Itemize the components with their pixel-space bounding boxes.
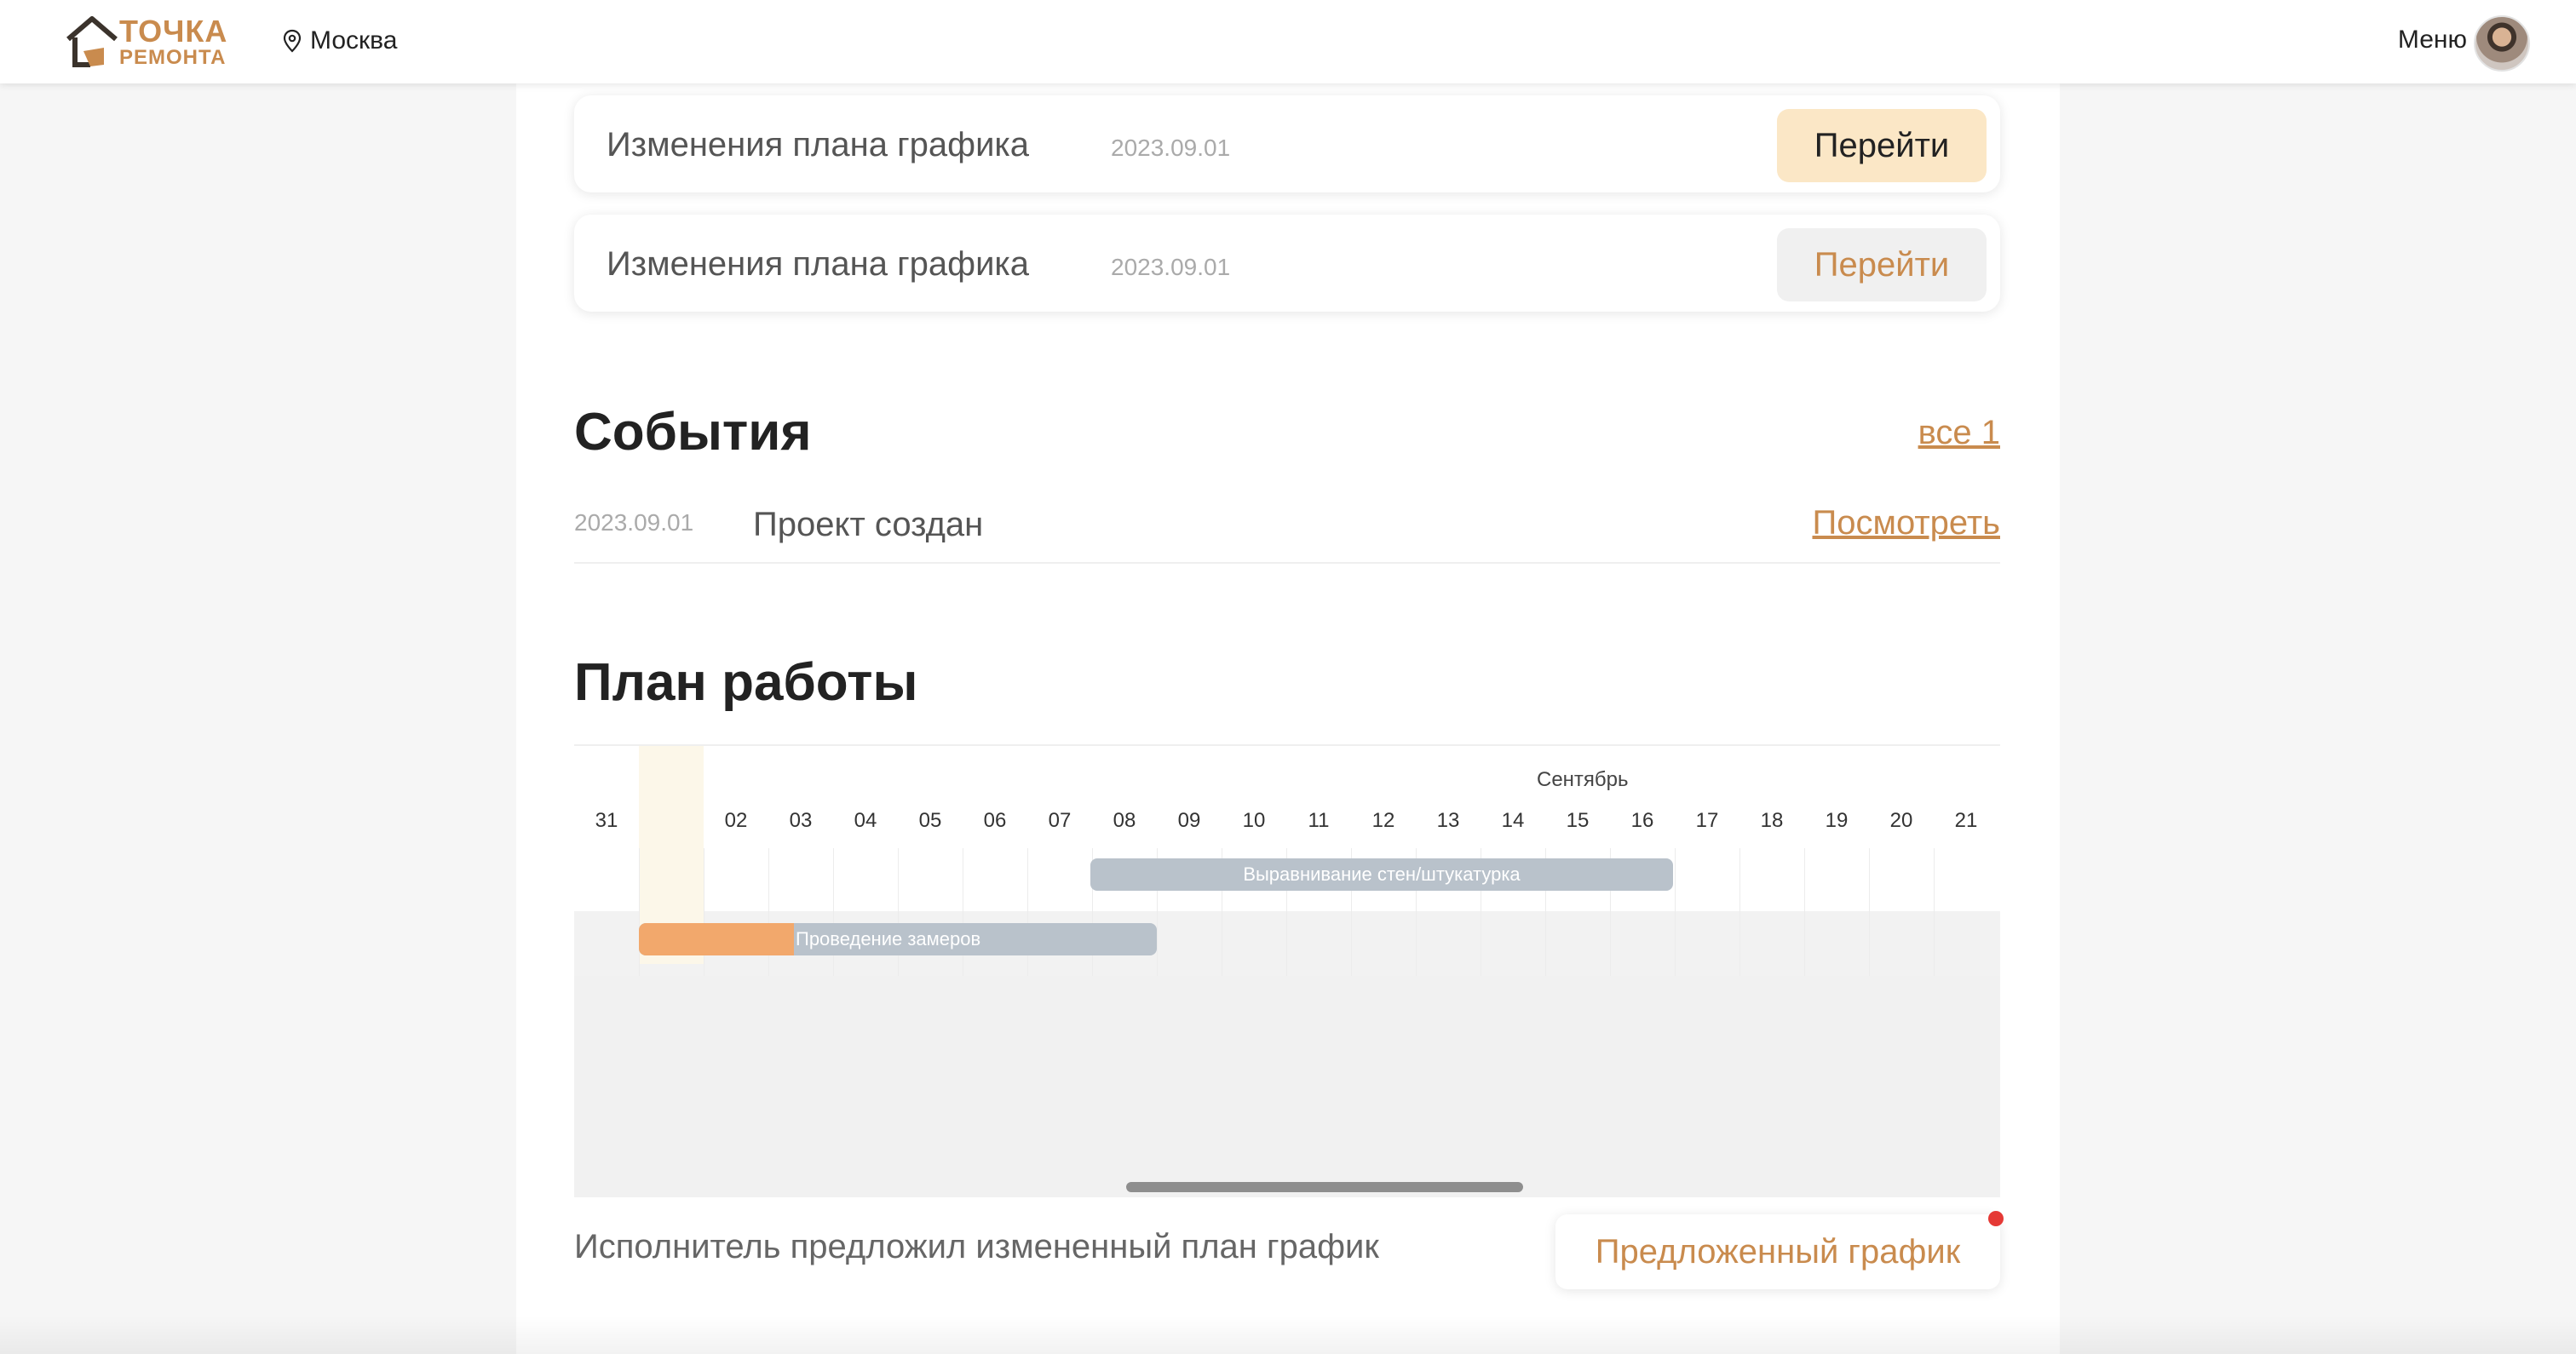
task-bar[interactable]: Проведение замеров [639,923,1157,955]
day-gridline [1804,848,1805,976]
logo-text-top: ТОЧКА [119,14,228,49]
menu-button[interactable]: Меню [2398,26,2467,55]
day-label: 03 [789,809,813,832]
city-label: Москва [310,26,398,55]
day-label: 13 [1436,809,1460,832]
go-button[interactable]: Перейти [1777,109,1987,182]
bottom-shadow [0,1315,2576,1354]
day-gridline [833,848,834,976]
day-gridline [639,848,640,976]
month-label: Сентябрь [1537,768,1629,791]
location-pin-icon [283,29,302,53]
logo[interactable]: ТОЧКА РЕМОНТА [65,12,235,73]
event-date: 2023.09.01 [574,509,694,536]
divider [574,562,2000,564]
day-label: 14 [1501,809,1525,832]
day-label: 06 [983,809,1007,832]
day-label: 21 [1954,809,1978,832]
day-gridline [898,848,899,976]
gantt-header: Сентябрь 3101020304050607080910111213141… [574,746,2000,851]
day-label: 02 [724,809,748,832]
house-logo-icon [66,16,118,67]
event-title: Проект создан [753,506,984,543]
day-label: 31 [595,809,618,832]
day-label: 05 [918,809,942,832]
gantt-chart[interactable]: Сентябрь 3101020304050607080910111213141… [574,744,2000,1197]
plan-change-date: 2023.09.01 [1111,135,1231,161]
day-label: 20 [1889,809,1913,832]
notification-dot [1988,1211,2004,1226]
day-label: 18 [1760,809,1784,832]
day-label: 10 [1242,809,1266,832]
user-avatar[interactable] [2474,15,2530,72]
plan-change-title: Изменения плана графика [607,245,1030,283]
events-title: События [574,403,812,462]
horizontal-scrollbar[interactable] [1126,1182,1523,1192]
day-label: 04 [854,809,877,832]
day-label: 12 [1371,809,1395,832]
day-label: 17 [1695,809,1719,832]
plan-change-title: Изменения плана графика [607,126,1030,164]
day-label: 15 [1566,809,1590,832]
day-gridline [1027,848,1028,976]
plan-change-card: Изменения плана графика 2023.09.01 Перей… [574,95,2000,192]
logo-text-bottom: РЕМОНТА [119,46,227,69]
day-label: 11 [1308,809,1330,832]
task-label: Проведение замеров [796,928,981,950]
go-button[interactable]: Перейти [1777,228,1987,301]
city-selector[interactable]: Москва [283,24,397,58]
task-bar[interactable]: Выравнивание стен/штукатурка [1090,858,1673,891]
task-progress [639,923,795,955]
task-label: Выравнивание стен/штукатурка [1243,863,1521,885]
day-label: 09 [1177,809,1201,832]
proposed-schedule-label: Предложенный график [1595,1232,1961,1271]
all-events-link[interactable]: все 1 [1918,414,2000,452]
main-content: Изменения плана графика 2023.09.01 Перей… [516,83,2060,1354]
work-plan-title: План работы [574,653,918,712]
day-label: 08 [1113,809,1136,832]
day-gridline [1869,848,1870,976]
day-gridline [1675,848,1676,976]
day-gridline [768,848,769,976]
day-label: 16 [1630,809,1654,832]
proposed-schedule-button[interactable]: Предложенный график [1555,1211,2004,1289]
day-gridline [1934,848,1935,976]
proposal-message: Исполнитель предложил измененный план гр… [574,1228,1379,1265]
day-label: 19 [1825,809,1849,832]
day-gridline [1739,848,1740,976]
plan-change-card: Изменения плана графика 2023.09.01 Перей… [574,215,2000,312]
plan-change-date: 2023.09.01 [1111,254,1231,280]
day-label: 07 [1048,809,1072,832]
top-header: ТОЧКА РЕМОНТА Москва Меню [0,0,2576,83]
view-event-link[interactable]: Посмотреть [1812,504,2000,542]
